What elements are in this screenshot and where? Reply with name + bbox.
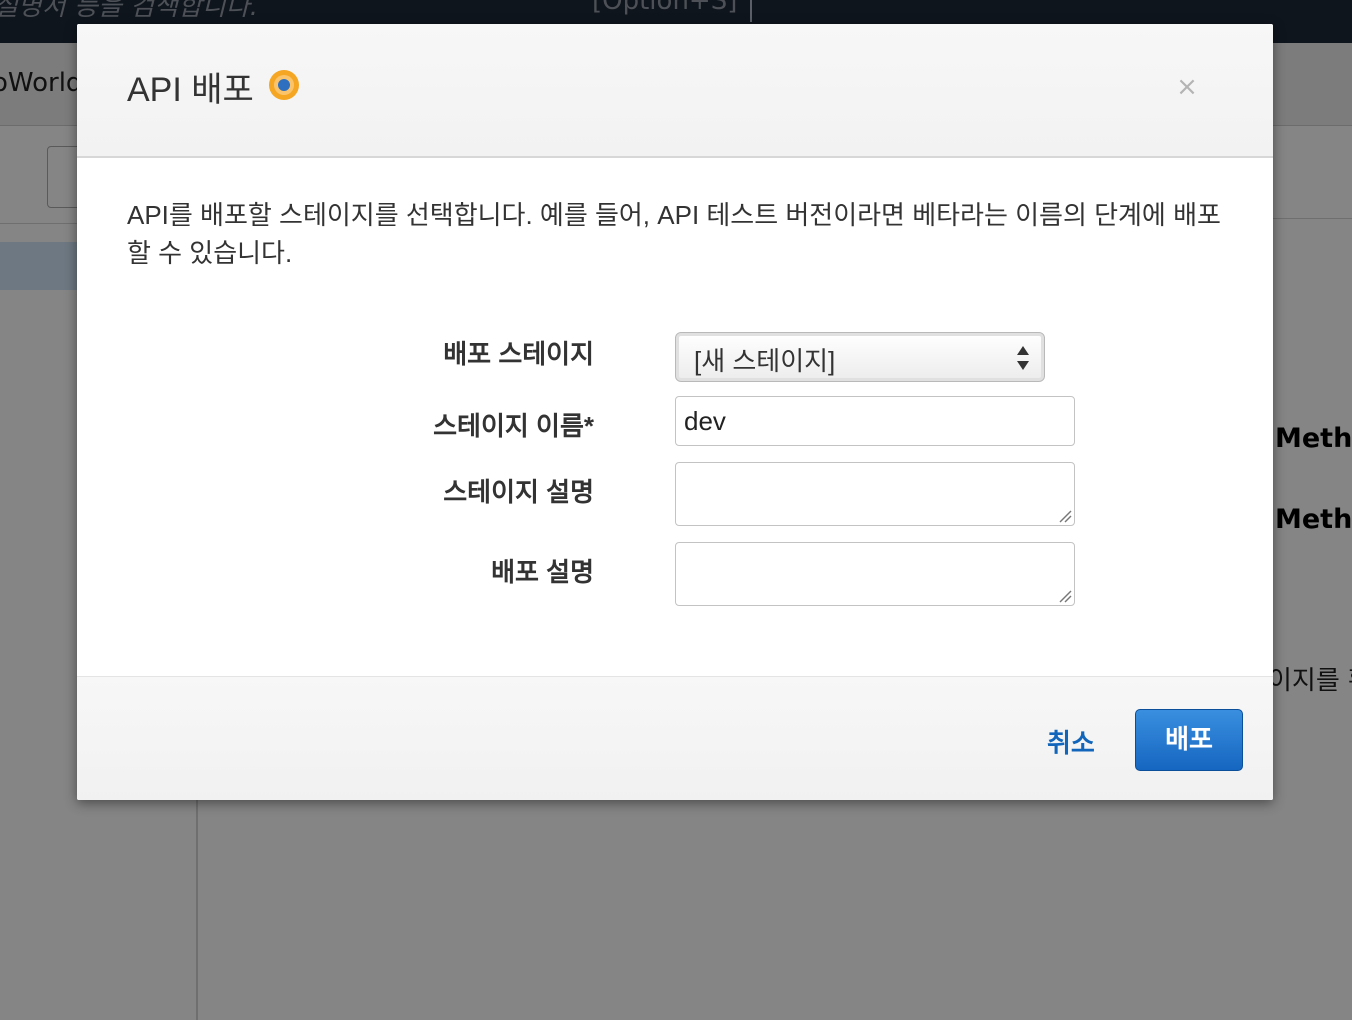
deploy-api-dialog: API 배포 × API를 배포할 스테이지를 선택합니다. 예를 들어, AP… — [77, 24, 1273, 800]
stage-description-textarea[interactable] — [675, 462, 1075, 526]
console-api-name[interactable]: oWorld — [0, 68, 82, 98]
resize-handle-icon[interactable] — [1058, 509, 1072, 523]
deployment-description-label: 배포 설명 — [491, 557, 594, 587]
dialog-title: API 배포 — [127, 71, 254, 109]
close-icon[interactable]: × — [1175, 72, 1199, 102]
page: 설명서 등을 검색합니다. [Option+S] oWorld Metho Me… — [0, 0, 1352, 1020]
stage-name-input[interactable] — [675, 396, 1075, 446]
stage-name-label: 스테이지 이름* — [433, 411, 594, 441]
cancel-button[interactable]: 취소 — [1047, 723, 1095, 760]
console-panel-divider — [196, 800, 198, 1020]
console-method-label: Metho — [1275, 504, 1352, 535]
deployment-stage-label: 배포 스테이지 — [443, 339, 594, 369]
dialog-footer: 취소 배포 — [77, 676, 1273, 800]
dialog-header: API 배포 × — [77, 24, 1273, 158]
select-arrows-icon — [1017, 346, 1029, 370]
stage-description-label: 스테이지 설명 — [443, 477, 594, 507]
deployment-stage-value: [새 스테이지] — [694, 346, 836, 376]
dialog-intro-text: API를 배포할 스테이지를 선택합니다. 예를 들어, API 테스트 버전이… — [127, 200, 1221, 268]
console-search-divider — [750, 0, 752, 22]
deployment-description-textarea[interactable] — [675, 542, 1075, 606]
console-content-divider — [1273, 218, 1352, 219]
console-stage-text: 이지를 확 — [1268, 666, 1352, 696]
console-search-hint[interactable]: 설명서 등을 검색합니다. — [0, 0, 258, 23]
console-sidebar-selected-item[interactable] — [0, 242, 80, 290]
console-search-shortcut: [Option+S] — [592, 0, 738, 16]
info-help-icon[interactable] — [268, 69, 300, 101]
deployment-stage-select[interactable]: [새 스테이지] — [675, 332, 1045, 382]
console-method-label: Metho — [1275, 423, 1352, 454]
resize-handle-icon[interactable] — [1058, 589, 1072, 603]
deploy-button[interactable]: 배포 — [1135, 709, 1243, 771]
